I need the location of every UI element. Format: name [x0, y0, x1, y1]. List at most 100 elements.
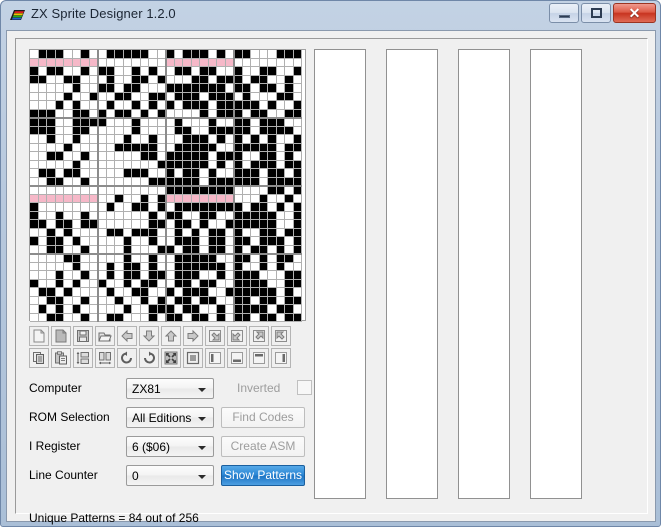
sprite-pixel[interactable]: [140, 101, 149, 110]
sprite-pixel[interactable]: [38, 50, 47, 59]
sprite-pixel[interactable]: [251, 194, 260, 203]
sprite-pixel[interactable]: [123, 279, 132, 288]
minimize-button[interactable]: [549, 3, 579, 23]
sprite-pixel[interactable]: [242, 135, 251, 144]
sprite-pixel[interactable]: [115, 169, 124, 178]
sprite-pixel[interactable]: [293, 50, 302, 59]
sprite-pixel[interactable]: [132, 152, 141, 161]
sprite-pixel[interactable]: [259, 152, 268, 161]
sprite-pixel[interactable]: [115, 237, 124, 246]
sprite-pixel[interactable]: [191, 101, 200, 110]
sprite-pixel[interactable]: [242, 75, 251, 84]
sprite-pixel[interactable]: [191, 271, 200, 280]
sprite-pixel[interactable]: [47, 237, 56, 246]
sprite-pixel[interactable]: [72, 92, 81, 101]
sprite-pixel[interactable]: [242, 67, 251, 76]
sprite-pixel[interactable]: [64, 237, 73, 246]
sprite-pixel[interactable]: [47, 169, 56, 178]
sprite-pixel[interactable]: [115, 101, 124, 110]
sprite-pixel[interactable]: [242, 160, 251, 169]
sprite-pixel[interactable]: [115, 194, 124, 203]
sprite-pixel[interactable]: [149, 75, 158, 84]
sprite-pixel[interactable]: [208, 254, 217, 263]
sprite-pixel[interactable]: [72, 271, 81, 280]
sprite-pixel[interactable]: [268, 101, 277, 110]
sprite-grid[interactable]: [29, 49, 306, 322]
sprite-pixel[interactable]: [251, 313, 260, 322]
sprite-pixel[interactable]: [234, 211, 243, 220]
sprite-pixel[interactable]: [166, 203, 175, 212]
sprite-pixel[interactable]: [200, 160, 209, 169]
sprite-pixel[interactable]: [123, 262, 132, 271]
sprite-pixel[interactable]: [251, 279, 260, 288]
sprite-pixel[interactable]: [276, 101, 285, 110]
sprite-pixel[interactable]: [174, 262, 183, 271]
sprite-pixel[interactable]: [38, 152, 47, 161]
sprite-pixel[interactable]: [123, 84, 132, 93]
sprite-pixel[interactable]: [132, 143, 141, 152]
sprite-pixel[interactable]: [234, 135, 243, 144]
sprite-pixel[interactable]: [208, 305, 217, 314]
sprite-pixel[interactable]: [123, 194, 132, 203]
sprite-pixel[interactable]: [132, 169, 141, 178]
maximize-button[interactable]: [581, 3, 611, 23]
sprite-pixel[interactable]: [98, 126, 107, 135]
sprite-pixel[interactable]: [293, 194, 302, 203]
sprite-pixel[interactable]: [64, 296, 73, 305]
sprite-pixel[interactable]: [276, 279, 285, 288]
sprite-pixel[interactable]: [30, 279, 39, 288]
sprite-pixel[interactable]: [276, 203, 285, 212]
sprite-pixel[interactable]: [47, 75, 56, 84]
sprite-pixel[interactable]: [276, 211, 285, 220]
sprite-pixel[interactable]: [191, 169, 200, 178]
sprite-pixel[interactable]: [106, 305, 115, 314]
sprite-pixel[interactable]: [64, 75, 73, 84]
sprite-pixel[interactable]: [200, 67, 209, 76]
sprite-pixel[interactable]: [166, 262, 175, 271]
sprite-pixel[interactable]: [166, 152, 175, 161]
find-codes-button[interactable]: Find Codes: [221, 407, 305, 428]
sprite-pixel[interactable]: [115, 288, 124, 297]
sprite-pixel[interactable]: [183, 296, 192, 305]
sprite-pixel[interactable]: [208, 194, 217, 203]
sprite-pixel[interactable]: [81, 101, 90, 110]
shift-up-button[interactable]: [161, 326, 181, 346]
shift-down-button[interactable]: [139, 326, 159, 346]
sprite-pixel[interactable]: [140, 262, 149, 271]
sprite-pixel[interactable]: [200, 50, 209, 59]
sprite-pixel[interactable]: [259, 169, 268, 178]
sprite-pixel[interactable]: [200, 203, 209, 212]
sprite-pixel[interactable]: [30, 203, 39, 212]
copy-page-button[interactable]: [51, 326, 71, 346]
sprite-pixel[interactable]: [55, 67, 64, 76]
sprite-pixel[interactable]: [149, 296, 158, 305]
sprite-pixel[interactable]: [234, 58, 243, 67]
sprite-pixel[interactable]: [132, 211, 141, 220]
sprite-pixel[interactable]: [276, 126, 285, 135]
sprite-pixel[interactable]: [81, 203, 90, 212]
sprite-pixel[interactable]: [149, 271, 158, 280]
sprite-pixel[interactable]: [64, 160, 73, 169]
sprite-pixel[interactable]: [208, 279, 217, 288]
sprite-pixel[interactable]: [132, 101, 141, 110]
sprite-pixel[interactable]: [64, 254, 73, 263]
sprite-pixel[interactable]: [276, 194, 285, 203]
open-file-button[interactable]: [95, 326, 115, 346]
sprite-pixel[interactable]: [276, 262, 285, 271]
sprite-pixel[interactable]: [149, 305, 158, 314]
sprite-pixel[interactable]: [234, 186, 243, 195]
sprite-pixel[interactable]: [55, 92, 64, 101]
sprite-pixel[interactable]: [38, 271, 47, 280]
sprite-pixel[interactable]: [208, 237, 217, 246]
sprite-pixel[interactable]: [268, 50, 277, 59]
sprite-pixel[interactable]: [242, 288, 251, 297]
sprite-pixel[interactable]: [268, 160, 277, 169]
sprite-pixel[interactable]: [276, 228, 285, 237]
sprite-pixel[interactable]: [242, 152, 251, 161]
sprite-pixel[interactable]: [208, 143, 217, 152]
sprite-pixel[interactable]: [259, 143, 268, 152]
sprite-pixel[interactable]: [208, 126, 217, 135]
sprite-pixel[interactable]: [140, 135, 149, 144]
sprite-pixel[interactable]: [123, 152, 132, 161]
sprite-pixel[interactable]: [183, 50, 192, 59]
